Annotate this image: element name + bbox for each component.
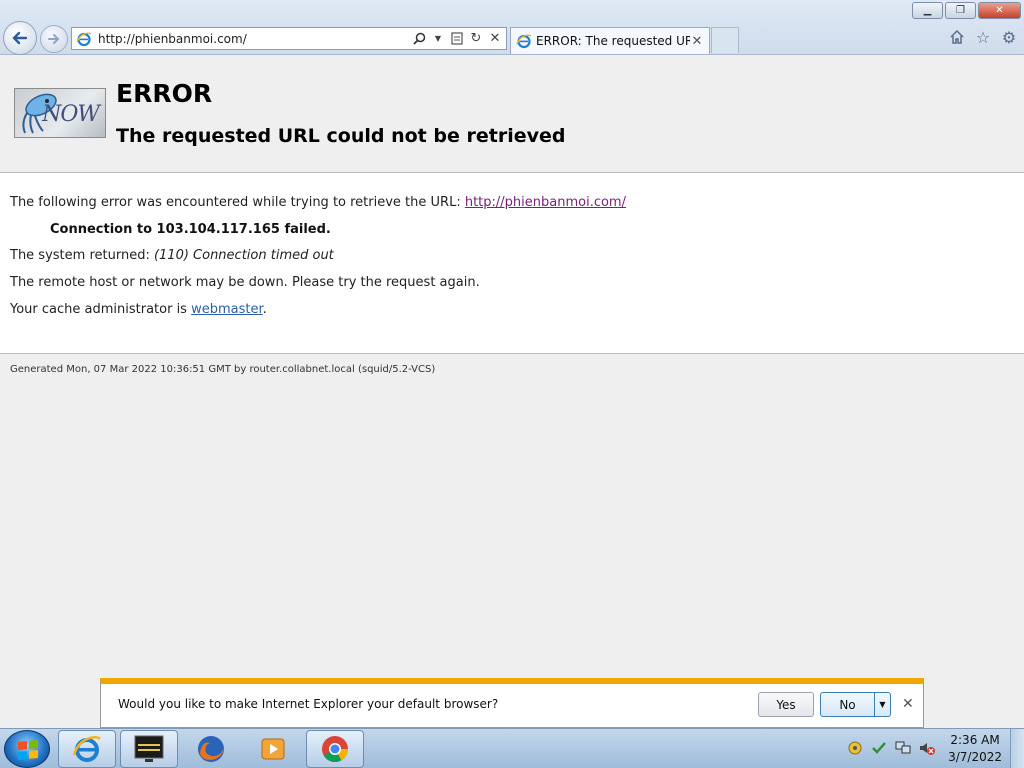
retry-hint: The remote host or network may be down. … bbox=[10, 275, 480, 290]
notification-message: Would you like to make Internet Explorer… bbox=[118, 697, 499, 711]
close-window-button[interactable]: ✕ bbox=[978, 2, 1021, 19]
error-intro: The following error was encountered whil… bbox=[10, 195, 626, 210]
generated-footer: Generated Mon, 07 Mar 2022 10:36:51 GMT … bbox=[10, 364, 436, 375]
chevron-down-icon[interactable]: ▼ bbox=[874, 693, 890, 716]
volume-muted-icon[interactable] bbox=[918, 739, 936, 757]
tab-title: ERROR: The requested URL ... bbox=[536, 34, 690, 48]
system-returned-label: The system returned: bbox=[10, 248, 154, 263]
default-browser-notification: Would you like to make Internet Explorer… bbox=[100, 678, 924, 728]
address-bar[interactable]: http://phienbanmoi.com/ ▼ ↻ ✕ bbox=[71, 27, 507, 50]
forward-arrow-icon bbox=[48, 34, 60, 44]
taskbar-media-player[interactable] bbox=[244, 730, 302, 768]
requested-url-link[interactable]: http://phienbanmoi.com/ bbox=[465, 195, 626, 210]
cache-admin-label: Your cache administrator is bbox=[10, 302, 192, 317]
windows-logo-icon bbox=[18, 739, 38, 761]
squid-logo: NOW bbox=[14, 88, 106, 138]
system-tray bbox=[846, 739, 936, 757]
gear-icon[interactable]: ⚙ bbox=[1000, 28, 1018, 47]
tab-error[interactable]: ERROR: The requested URL ... ✕ bbox=[510, 27, 710, 54]
firefox-icon bbox=[198, 736, 224, 762]
action-center-icon[interactable] bbox=[870, 739, 888, 757]
clock-time: 2:36 AM bbox=[950, 733, 1000, 747]
browser-toolbar-right: ☆ ⚙ bbox=[948, 28, 1018, 47]
network-icon[interactable] bbox=[894, 739, 912, 757]
error-intro-text: The following error was encountered whil… bbox=[10, 195, 465, 210]
tray-app-icon[interactable] bbox=[846, 739, 864, 757]
page-content: NOW ERROR The requested URL could not be… bbox=[0, 55, 1024, 680]
system-returned: The system returned: (110) Connection ti… bbox=[10, 248, 334, 263]
restore-button[interactable]: ❐ bbox=[945, 2, 976, 19]
back-button[interactable] bbox=[3, 21, 37, 55]
taskbar-internet-explorer[interactable] bbox=[58, 730, 116, 768]
chrome-icon bbox=[322, 736, 349, 763]
address-url[interactable]: http://phienbanmoi.com/ bbox=[98, 32, 411, 46]
forward-button[interactable] bbox=[40, 25, 68, 53]
home-icon[interactable] bbox=[948, 28, 966, 46]
search-icon[interactable] bbox=[411, 31, 427, 47]
stop-icon[interactable]: ✕ bbox=[487, 31, 503, 47]
webmaster-link[interactable]: webmaster bbox=[191, 302, 263, 317]
ie-favicon-icon bbox=[516, 34, 532, 49]
cmd-app-icon bbox=[134, 735, 164, 762]
taskbar-cmd-app[interactable] bbox=[120, 730, 178, 768]
back-arrow-icon bbox=[12, 31, 28, 45]
media-player-icon bbox=[261, 738, 285, 760]
connection-failed-message: Connection to 103.104.117.165 failed. bbox=[50, 222, 331, 237]
no-button[interactable]: No ▼ bbox=[820, 692, 891, 717]
error-body: The following error was encountered whil… bbox=[0, 173, 1024, 354]
compatibility-view-icon[interactable] bbox=[449, 31, 465, 47]
taskbar-chrome[interactable] bbox=[306, 730, 364, 768]
search-dropdown-icon[interactable]: ▼ bbox=[430, 31, 446, 47]
cache-admin-suffix: . bbox=[262, 302, 267, 317]
browser-chrome: http://phienbanmoi.com/ ▼ ↻ ✕ ERROR: The… bbox=[0, 0, 1024, 55]
taskbar-clock[interactable]: 2:36 AM 3/7/2022 bbox=[948, 732, 1002, 766]
start-button[interactable] bbox=[4, 730, 50, 768]
taskbar-firefox[interactable] bbox=[182, 730, 240, 768]
tab-close-icon[interactable]: ✕ bbox=[690, 34, 704, 49]
system-error-code: (110) Connection timed out bbox=[153, 248, 334, 263]
cache-admin: Your cache administrator is webmaster. bbox=[10, 302, 267, 317]
yes-button[interactable]: Yes bbox=[758, 692, 814, 717]
refresh-icon[interactable]: ↻ bbox=[468, 31, 484, 47]
show-desktop-button[interactable] bbox=[1010, 729, 1024, 768]
close-icon[interactable]: ✕ bbox=[902, 696, 914, 712]
page-subtitle: The requested URL could not be retrieved bbox=[116, 125, 566, 147]
taskbar: 2:36 AM 3/7/2022 bbox=[0, 728, 1024, 768]
window-controls: ▁ ❐ ✕ bbox=[912, 2, 1021, 19]
clock-date: 3/7/2022 bbox=[948, 750, 1002, 764]
logo-text: NOW bbox=[42, 102, 100, 127]
minimize-button[interactable]: ▁ bbox=[912, 2, 943, 19]
star-icon[interactable]: ☆ bbox=[974, 28, 992, 47]
page-title: ERROR bbox=[116, 79, 213, 108]
ie-favicon-icon bbox=[76, 31, 92, 46]
new-tab-button[interactable] bbox=[711, 27, 739, 53]
no-button-label[interactable]: No bbox=[821, 693, 874, 716]
internet-explorer-icon bbox=[72, 736, 101, 762]
error-header: NOW ERROR The requested URL could not be… bbox=[0, 55, 1024, 173]
